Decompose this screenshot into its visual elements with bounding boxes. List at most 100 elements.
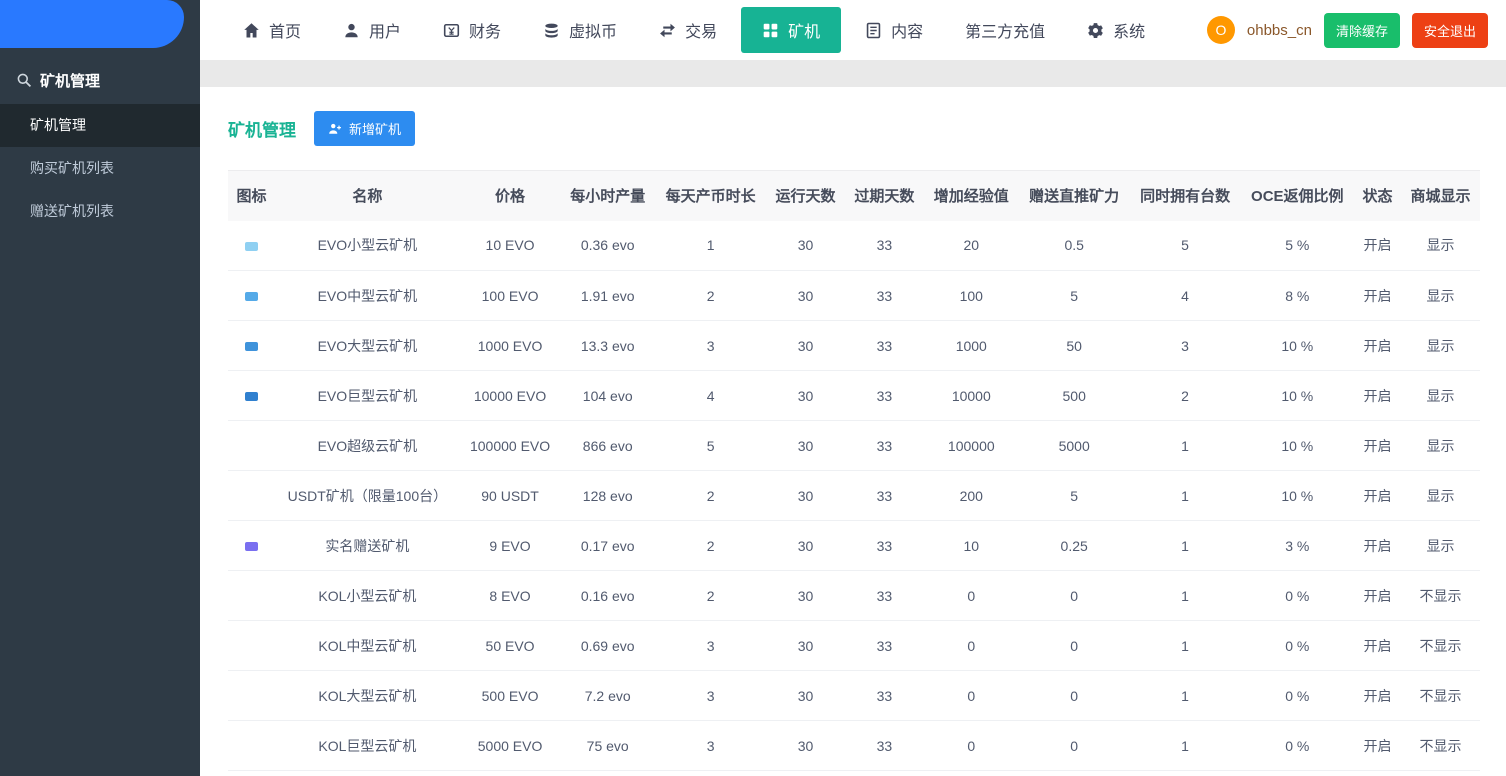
cell-name: KOL巨型云矿机: [274, 720, 460, 771]
sidebar-item-2[interactable]: 购买矿机列表: [0, 147, 200, 190]
cell-exp: 0: [923, 620, 1019, 671]
cell-hours: 3: [655, 320, 767, 371]
clear-cache-button[interactable]: 清除缓存: [1323, 12, 1400, 48]
cell-name: 实名赠送矿机: [274, 520, 460, 571]
sidebar: 矿机管理 矿机管理 购买矿机列表 赠送矿机列表: [0, 0, 200, 776]
miner-icon: [762, 22, 779, 39]
cell-max_units: 5: [1129, 220, 1241, 271]
cell-hours: 2: [655, 570, 767, 621]
cell-oce_rate: 8 %: [1240, 270, 1355, 321]
cell-exp: 0: [923, 670, 1019, 721]
cell-expire_days: 33: [844, 420, 924, 471]
cell-expire_days: 33: [844, 620, 924, 671]
cell-status: 开启: [1354, 520, 1401, 571]
cell-expire_days: 33: [844, 320, 924, 371]
cell-shop: 不显示: [1400, 670, 1480, 721]
cell-exp: 0: [923, 570, 1019, 621]
cell-status: 开启: [1354, 220, 1401, 271]
cell-gift_power: 0: [1018, 570, 1130, 621]
nav-item-7[interactable]: 内容: [844, 0, 944, 60]
cell-hourly: 866 evo: [560, 420, 656, 471]
username[interactable]: ohbbs_cn: [1247, 22, 1312, 39]
nav-item-2[interactable]: 用户: [322, 0, 422, 60]
cell-run_days: 30: [766, 520, 845, 571]
cell-exp: 100000: [923, 420, 1019, 471]
cell-exp: 100: [923, 270, 1019, 321]
nav-item-1[interactable]: 首页: [222, 0, 322, 60]
cell-icon: [228, 720, 275, 771]
column-header: 每小时产量: [560, 170, 656, 221]
cell-run_days: 30: [766, 270, 845, 321]
miner-icon: [244, 292, 258, 302]
cell-price: 5000 EVO: [459, 720, 561, 771]
cell-name: EVO超级云矿机: [274, 420, 460, 471]
cell-status: 开启: [1354, 370, 1401, 421]
nav-item-3[interactable]: 财务: [422, 0, 522, 60]
cell-gift_power: 0.25: [1018, 520, 1130, 571]
cell-shop: 显示: [1400, 420, 1480, 471]
column-header: 增加经验值: [923, 170, 1019, 221]
cell-oce_rate: 10 %: [1240, 420, 1355, 471]
cell-icon: [228, 520, 275, 571]
cell-hours: 5: [655, 420, 767, 471]
cell-exp: 10: [923, 520, 1019, 571]
nav-item-8[interactable]: 第三方充值: [944, 0, 1066, 60]
cell-expire_days: 33: [844, 270, 924, 321]
logout-button[interactable]: 安全退出: [1411, 12, 1488, 48]
cell-gift_power: 500: [1018, 370, 1130, 421]
cell-max_units: 2: [1129, 370, 1241, 421]
nav-item-4[interactable]: 虚拟币: [522, 0, 638, 60]
nav-item-5[interactable]: 交易: [638, 0, 738, 60]
table-row: EVO巨型云矿机 10000 EVO 104 evo 4 30 33 10000 500 2 10…: [228, 370, 1480, 421]
navbar-right: O ohbbs_cn 清除缓存 安全退出: [1206, 12, 1488, 48]
cell-status: 开启: [1354, 670, 1401, 721]
cell-expire_days: 33: [844, 720, 924, 771]
cell-hours: 2: [655, 270, 767, 321]
cell-name: EVO小型云矿机: [274, 220, 460, 271]
miner-icon: [244, 392, 258, 402]
cell-shop: 显示: [1400, 470, 1480, 521]
sidebar-item-1[interactable]: 矿机管理: [0, 104, 200, 147]
add-user-icon: [329, 123, 341, 134]
cell-gift_power: 5: [1018, 470, 1130, 521]
cell-name: KOL大型云矿机: [274, 670, 460, 721]
sidebar-item-3[interactable]: 赠送矿机列表: [0, 190, 200, 233]
miner-table: 图标 名称 价格 每小时产量 每天产币时长 运行天数 过期天数 增加经验值 赠送直推矿力 同时拥有…: [228, 170, 1480, 771]
nav-item-label: 首页: [269, 24, 302, 41]
column-header: 商城显示: [1400, 170, 1480, 221]
cell-name: EVO巨型云矿机: [274, 370, 460, 421]
cell-gift_power: 0: [1018, 720, 1130, 771]
cell-icon: [228, 570, 275, 621]
cell-expire_days: 33: [844, 670, 924, 721]
cell-hours: 3: [655, 720, 767, 771]
user-icon: [343, 22, 360, 39]
nav-item-9[interactable]: 系统: [1066, 0, 1166, 60]
cell-hourly: 75 evo: [560, 720, 656, 771]
cell-hourly: 1.91 evo: [560, 270, 656, 321]
cell-oce_rate: 0 %: [1240, 620, 1355, 671]
page-title: 矿机管理: [228, 121, 296, 140]
cell-icon: [228, 470, 275, 521]
cell-max_units: 1: [1129, 520, 1241, 571]
cell-gift_power: 0: [1018, 620, 1130, 671]
cell-gift_power: 50: [1018, 320, 1130, 371]
cell-name: KOL中型云矿机: [274, 620, 460, 671]
cell-shop: 不显示: [1400, 570, 1480, 621]
miner-icon: [244, 242, 258, 252]
cell-hourly: 0.17 evo: [560, 520, 656, 571]
table-row: KOL巨型云矿机 5000 EVO 75 evo 3 30 33 0 0 1 0 % 开启 不显示: [228, 720, 1480, 771]
nav-item-6[interactable]: 矿机: [741, 7, 842, 53]
cell-max_units: 1: [1129, 720, 1241, 771]
cell-price: 100000 EVO: [459, 420, 561, 471]
cell-hourly: 0.36 evo: [560, 220, 656, 271]
cell-expire_days: 33: [844, 370, 924, 421]
cell-run_days: 30: [766, 320, 845, 371]
add-miner-button[interactable]: 新增矿机: [314, 111, 416, 146]
nav-item-label: 矿机: [788, 24, 821, 41]
column-header: OCE返佣比例: [1240, 170, 1355, 221]
cell-exp: 20: [923, 220, 1019, 271]
cell-oce_rate: 10 %: [1240, 370, 1355, 421]
cell-price: 10 EVO: [459, 220, 561, 271]
avatar[interactable]: O: [1206, 16, 1235, 44]
cell-hourly: 128 evo: [560, 470, 656, 521]
